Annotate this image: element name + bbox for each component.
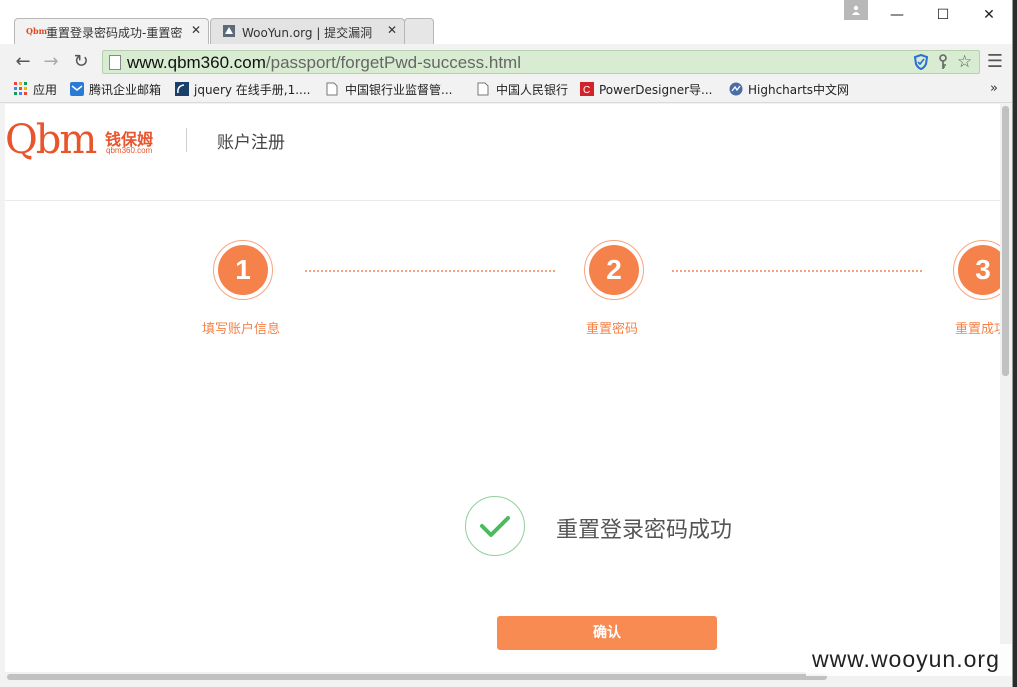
confirm-button[interactable]: 确认 [497, 616, 717, 650]
page-icon [326, 82, 340, 96]
url-text: www.qbm360.com/passport/forgetPwd-succes… [127, 53, 521, 72]
browser-window: Qbm 重置登录密码成功-重置密 ✕ WooYun.org | 提交漏洞 ✕ —… [0, 0, 1013, 687]
maximize-button[interactable]: ☐ [920, 0, 966, 30]
new-tab-button[interactable] [404, 18, 434, 44]
bookmark-tencent-mail[interactable]: 腾讯企业邮箱 [70, 82, 161, 98]
step-connector-1 [305, 270, 555, 272]
step-1-label: 填写账户信息 [202, 322, 281, 337]
wooyun-icon [222, 24, 238, 38]
shield-extension-icon[interactable] [913, 53, 929, 74]
bookmark-pbc[interactable]: 中国人民银行 [477, 82, 568, 98]
site-header: Qbm 钱保姆 qbm360.com 账户注册 [5, 104, 1000, 201]
tab-active[interactable]: Qbm 重置登录密码成功-重置密 ✕ [14, 18, 209, 44]
minimize-button[interactable]: — [874, 0, 920, 30]
back-arrow-icon[interactable]: ← [12, 51, 34, 73]
address-bar[interactable]: www.qbm360.com/passport/forgetPwd-succes… [102, 50, 980, 74]
header-title: 账户注册 [217, 133, 285, 153]
bookmark-powerdesigner[interactable]: C PowerDesigner导... [580, 82, 712, 98]
tab-title: WooYun.org | 提交漏洞 [242, 26, 373, 40]
title-bar: Qbm 重置登录密码成功-重置密 ✕ WooYun.org | 提交漏洞 ✕ —… [0, 0, 1012, 44]
page-viewport: Qbm 钱保姆 qbm360.com 账户注册 1 填写账户信息 2 重置密码 … [5, 104, 1000, 672]
success-message: 重置登录密码成功 [556, 518, 733, 543]
tencent-mail-icon [70, 82, 84, 96]
menu-icon[interactable]: ☰ [984, 51, 1006, 73]
qbm-favicon-icon: Qbm [26, 26, 48, 36]
highcharts-icon [729, 82, 743, 96]
user-profile-icon[interactable] [844, 0, 868, 20]
svg-text:C: C [583, 85, 590, 96]
close-window-button[interactable]: ✕ [966, 0, 1012, 30]
step-3-circle: 3 [953, 240, 1000, 300]
vertical-scrollbar[interactable] [1000, 104, 1012, 672]
jquery-icon [175, 82, 189, 96]
tab-title: 重置登录密码成功-重置密 [46, 26, 183, 40]
bookmarks-bar: 应用 腾讯企业邮箱 jquery 在线手册,1.... 中国银行业监督管... … [0, 78, 1012, 103]
watermark: www.wooyun.org [812, 646, 1000, 672]
bookmarks-more-button[interactable]: » [990, 81, 998, 96]
success-check-icon [465, 496, 525, 556]
step-connector-2 [672, 270, 922, 272]
step-2-label: 重置密码 [586, 322, 639, 337]
tab-close-icon[interactable]: ✕ [191, 23, 201, 37]
header-divider [186, 128, 187, 152]
page-icon [109, 55, 121, 70]
step-2-circle: 2 [584, 240, 644, 300]
reload-icon[interactable]: ↻ [70, 51, 92, 73]
forward-arrow-icon[interactable]: → [40, 51, 62, 73]
bookmark-cbrc[interactable]: 中国银行业监督管... [326, 82, 452, 98]
tab-close-icon[interactable]: ✕ [387, 23, 397, 37]
bookmark-apps[interactable]: 应用 [14, 82, 57, 98]
key-icon[interactable] [937, 54, 949, 74]
bookmark-highcharts[interactable]: Highcharts中文网 [729, 82, 849, 98]
bookmark-star-icon[interactable]: ☆ [957, 52, 972, 72]
bookmark-jquery[interactable]: jquery 在线手册,1.... [175, 82, 311, 98]
tab-wooyun[interactable]: WooYun.org | 提交漏洞 ✕ [210, 18, 405, 44]
qbm-logo[interactable]: Qbm 钱保姆 qbm360.com [5, 118, 153, 162]
apps-grid-icon [14, 82, 28, 96]
page-icon [477, 82, 491, 96]
step-3-label: 重置成功 [955, 322, 1000, 337]
powerdesigner-icon: C [580, 82, 594, 96]
logo-domain: qbm360.com [106, 146, 153, 155]
step-1-circle: 1 [213, 240, 273, 300]
